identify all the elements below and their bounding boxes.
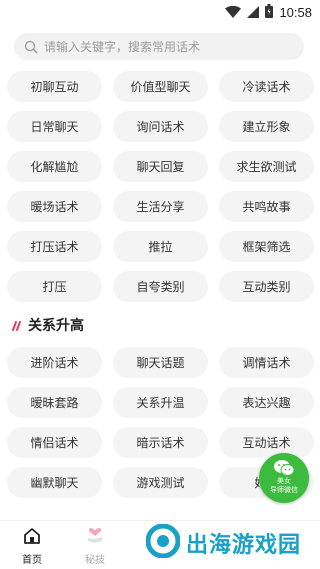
- home-icon: [23, 527, 41, 548]
- category-chip[interactable]: 建立形象: [219, 111, 314, 142]
- category-chip[interactable]: 询问话术: [113, 111, 208, 142]
- section-title: 关系升高: [28, 318, 84, 334]
- category-chip[interactable]: 情侣话术: [7, 427, 102, 458]
- watermark: 出海游戏园: [145, 521, 314, 565]
- status-time: 10:58: [279, 4, 312, 20]
- category-chip[interactable]: 价值型聊天: [113, 71, 208, 102]
- category-chip[interactable]: 暖场话术: [7, 191, 102, 222]
- category-chip[interactable]: 冷读话术: [219, 71, 314, 102]
- category-chip[interactable]: 框架筛选: [219, 231, 314, 262]
- wechat-float-line2: 导师微信: [270, 486, 298, 494]
- section-header: 关系升高: [10, 314, 84, 336]
- category-chip[interactable]: 游戏测试: [113, 467, 208, 498]
- category-chip[interactable]: 互动话术: [219, 427, 314, 458]
- category-chip[interactable]: 推拉: [113, 231, 208, 262]
- signal-icon: [247, 3, 260, 22]
- search-icon: [24, 40, 38, 54]
- category-chip[interactable]: 暧昧套路: [7, 387, 102, 418]
- search-input[interactable]: [38, 33, 284, 60]
- search-bar[interactable]: [14, 33, 304, 60]
- status-icons: 10:58: [225, 2, 312, 22]
- wechat-float-button[interactable]: 美女 导师微信: [259, 453, 309, 503]
- category-chip[interactable]: 幽默聊天: [7, 467, 102, 498]
- category-chip[interactable]: 化解尴尬: [7, 151, 102, 182]
- category-grid-a: 初聊互动 价值型聊天 冷读话术 日常聊天 询问话术 建立形象 化解尴尬 聊天回复…: [7, 71, 314, 302]
- category-chip[interactable]: 进阶话术: [7, 347, 102, 378]
- watermark-logo-icon: [145, 523, 181, 562]
- category-chip[interactable]: 共鸣故事: [219, 191, 314, 222]
- wifi-icon: [225, 3, 242, 22]
- double-slash-icon: [10, 316, 22, 335]
- tab-home[interactable]: 首页: [12, 527, 52, 566]
- tab-home-label: 首页: [22, 555, 42, 566]
- category-chip[interactable]: 聊天话题: [113, 347, 208, 378]
- wechat-float-line1: 美女: [277, 477, 291, 485]
- category-chip[interactable]: 表达兴趣: [219, 387, 314, 418]
- category-chip[interactable]: 日常聊天: [7, 111, 102, 142]
- category-chip[interactable]: 关系升温: [113, 387, 208, 418]
- category-chip[interactable]: 调情话术: [219, 347, 314, 378]
- category-chip[interactable]: 打压话术: [7, 231, 102, 262]
- category-chip[interactable]: 生活分享: [113, 191, 208, 222]
- category-chip[interactable]: 暗示话术: [113, 427, 208, 458]
- wechat-icon: [273, 459, 295, 477]
- category-chip[interactable]: 互动类别: [219, 271, 314, 302]
- tab-tips-label: 秘技: [85, 555, 105, 566]
- category-chip[interactable]: 聊天回复: [113, 151, 208, 182]
- category-chip[interactable]: 求生欲测试: [219, 151, 314, 182]
- category-chip[interactable]: 自夸类别: [113, 271, 208, 302]
- category-chip[interactable]: 打压: [7, 271, 102, 302]
- status-bar: 10:58: [0, 0, 320, 24]
- watermark-text: 出海游戏园: [186, 533, 302, 558]
- tab-tips[interactable]: 秘技: [75, 527, 115, 566]
- category-chip[interactable]: 初聊互动: [7, 71, 102, 102]
- battery-icon: [265, 3, 274, 22]
- heart-hand-icon: [86, 527, 104, 548]
